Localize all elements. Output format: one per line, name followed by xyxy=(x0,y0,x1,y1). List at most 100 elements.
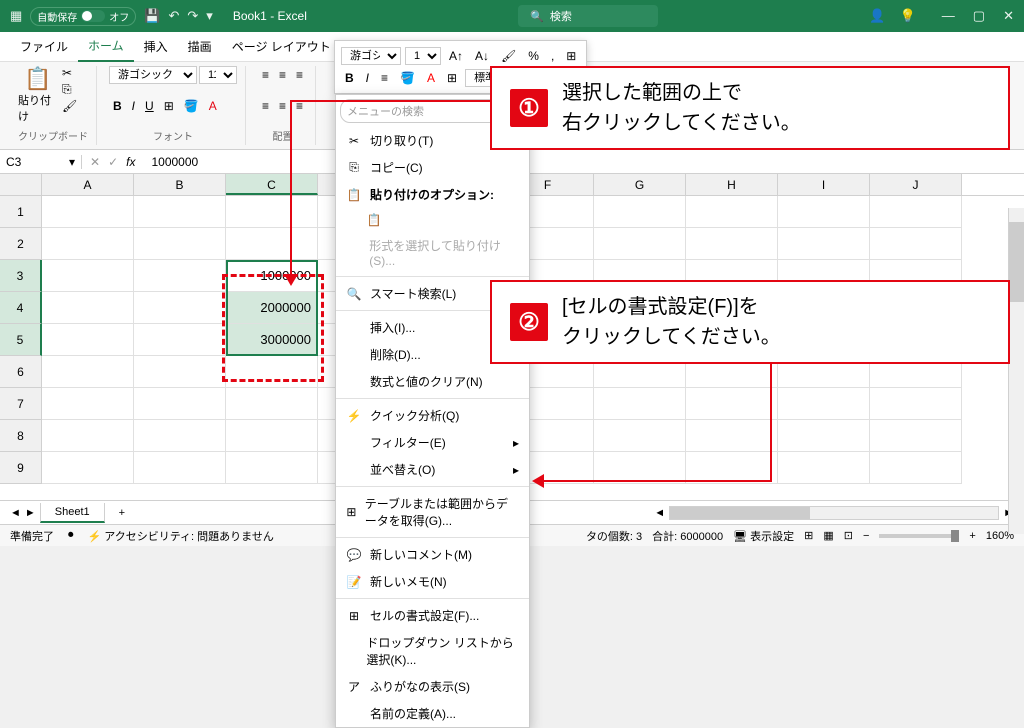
row-header-2[interactable]: 2 xyxy=(0,228,42,260)
tab-home[interactable]: ホーム xyxy=(78,31,134,62)
cell-c5[interactable]: 3000000 xyxy=(226,324,318,356)
minimize-icon[interactable]: — xyxy=(942,8,955,24)
zoom-slider[interactable] xyxy=(879,534,959,538)
col-header-a[interactable]: A xyxy=(42,174,134,195)
menu-get-data[interactable]: ⊞テーブルまたは範囲からデータを取得(G)... xyxy=(336,490,529,534)
cell[interactable] xyxy=(42,292,134,324)
menu-new-note[interactable]: 📝新しいメモ(N) xyxy=(336,568,529,595)
row-header-7[interactable]: 7 xyxy=(0,388,42,420)
view-normal-icon[interactable]: ⊞ xyxy=(804,529,813,542)
horizontal-scrollbar[interactable] xyxy=(669,506,999,520)
cell[interactable] xyxy=(226,356,318,388)
align-top-icon[interactable]: ≡ xyxy=(258,66,273,84)
cell[interactable] xyxy=(226,388,318,420)
cell[interactable] xyxy=(686,196,778,228)
vertical-scrollbar[interactable] xyxy=(1008,208,1024,534)
display-settings[interactable]: 🖥 表示設定 xyxy=(733,528,794,544)
macro-record-icon[interactable]: ⏺ xyxy=(68,529,74,542)
mini-merge-icon[interactable]: ⊞ xyxy=(562,47,580,65)
cell[interactable] xyxy=(870,420,962,452)
col-header-h[interactable]: H xyxy=(686,174,778,195)
cell[interactable] xyxy=(778,228,870,260)
redo-icon[interactable]: ↷ xyxy=(187,8,198,24)
row-header-1[interactable]: 1 xyxy=(0,196,42,228)
cell[interactable] xyxy=(134,324,226,356)
tab-draw[interactable]: 描画 xyxy=(178,32,222,61)
mini-align-icon[interactable]: ≡ xyxy=(377,69,392,87)
scrollbar-thumb[interactable] xyxy=(670,507,810,519)
menu-format-cells[interactable]: ⊞セルの書式設定(F)... xyxy=(336,602,529,629)
cell[interactable] xyxy=(226,452,318,484)
col-header-b[interactable]: B xyxy=(134,174,226,195)
maximize-icon[interactable]: ▢ xyxy=(973,8,985,24)
mini-fontcolor-icon[interactable]: A xyxy=(423,69,439,87)
menu-new-comment[interactable]: 💬新しいコメント(M) xyxy=(336,541,529,568)
formula-value[interactable]: 1000000 xyxy=(143,155,198,169)
cell[interactable] xyxy=(226,196,318,228)
enter-formula-icon[interactable]: ✓ xyxy=(108,155,118,169)
cut-icon[interactable]: ✂ xyxy=(62,66,77,80)
close-icon[interactable]: ✕ xyxy=(1003,8,1014,24)
cell[interactable] xyxy=(686,228,778,260)
menu-dropdown-list[interactable]: ドロップダウン リストから選択(K)... xyxy=(336,629,529,673)
menu-quick-analysis[interactable]: ⚡クイック分析(Q) xyxy=(336,402,529,429)
mini-decrease-icon[interactable]: A↓ xyxy=(471,47,493,65)
cell[interactable] xyxy=(594,420,686,452)
align-bottom-icon[interactable]: ≡ xyxy=(292,66,307,84)
mini-font-combo[interactable]: 游ゴシッ xyxy=(341,47,401,65)
cell[interactable] xyxy=(42,228,134,260)
row-header-6[interactable]: 6 xyxy=(0,356,42,388)
select-all-corner[interactable] xyxy=(0,174,42,195)
cell-c4[interactable]: 2000000 xyxy=(226,292,318,324)
scroll-left-icon[interactable]: ◄ xyxy=(654,507,665,519)
mini-percent-icon[interactable]: % xyxy=(524,47,543,65)
mini-bold-icon[interactable]: B xyxy=(341,69,358,87)
col-header-j[interactable]: J xyxy=(870,174,962,195)
cell[interactable] xyxy=(870,388,962,420)
menu-copy[interactable]: ⎘コピー(C) xyxy=(336,154,529,181)
save-icon[interactable]: 💾 xyxy=(144,8,160,24)
cell[interactable] xyxy=(134,356,226,388)
cell[interactable] xyxy=(686,388,778,420)
zoom-out-icon[interactable]: − xyxy=(863,530,869,542)
bold-icon[interactable]: B xyxy=(109,97,126,115)
cell[interactable] xyxy=(870,228,962,260)
row-header-9[interactable]: 9 xyxy=(0,452,42,484)
col-header-i[interactable]: I xyxy=(778,174,870,195)
scrollbar-thumb[interactable] xyxy=(1009,222,1024,302)
mini-format-painter-icon[interactable]: 🖌 xyxy=(497,47,520,65)
view-pagelayout-icon[interactable]: ▦ xyxy=(823,529,833,542)
font-color-icon[interactable]: A xyxy=(205,97,221,115)
row-header-3[interactable]: 3 xyxy=(0,260,42,292)
menu-phonetic[interactable]: アふりがなの表示(S) xyxy=(336,673,529,700)
col-header-g[interactable]: G xyxy=(594,174,686,195)
cell[interactable] xyxy=(226,420,318,452)
cell[interactable] xyxy=(134,196,226,228)
mini-comma-icon[interactable]: , xyxy=(547,47,558,65)
mini-size-combo[interactable]: 11 xyxy=(405,47,441,65)
cell[interactable] xyxy=(778,388,870,420)
tab-file[interactable]: ファイル xyxy=(10,32,78,61)
paste-button[interactable]: 📋 貼り付け xyxy=(18,66,58,124)
tab-pagelayout[interactable]: ページ レイアウト xyxy=(222,32,341,61)
cell[interactable] xyxy=(870,196,962,228)
search-input[interactable]: 🔍 検索 xyxy=(518,5,658,27)
name-box[interactable]: C3 ▾ xyxy=(0,155,82,169)
cell[interactable] xyxy=(226,228,318,260)
menu-clear[interactable]: 数式と値のクリア(N) xyxy=(336,368,529,395)
cell[interactable] xyxy=(42,356,134,388)
qat-dropdown-icon[interactable]: ▾ xyxy=(206,8,213,24)
fill-color-icon[interactable]: 🪣 xyxy=(180,97,203,115)
cell[interactable] xyxy=(134,420,226,452)
mini-fill-icon[interactable]: 🪣 xyxy=(396,69,419,87)
mini-increase-icon[interactable]: A↑ xyxy=(445,47,467,65)
cell[interactable] xyxy=(134,228,226,260)
row-header-4[interactable]: 4 xyxy=(0,292,42,324)
cell[interactable] xyxy=(686,420,778,452)
cell[interactable] xyxy=(134,292,226,324)
col-header-c[interactable]: C xyxy=(226,174,318,195)
fx-icon[interactable]: fx xyxy=(126,155,135,169)
format-painter-icon[interactable]: 🖌 xyxy=(62,99,77,113)
view-pagebreak-icon[interactable]: ⊡ xyxy=(844,529,853,542)
cell[interactable] xyxy=(870,452,962,484)
